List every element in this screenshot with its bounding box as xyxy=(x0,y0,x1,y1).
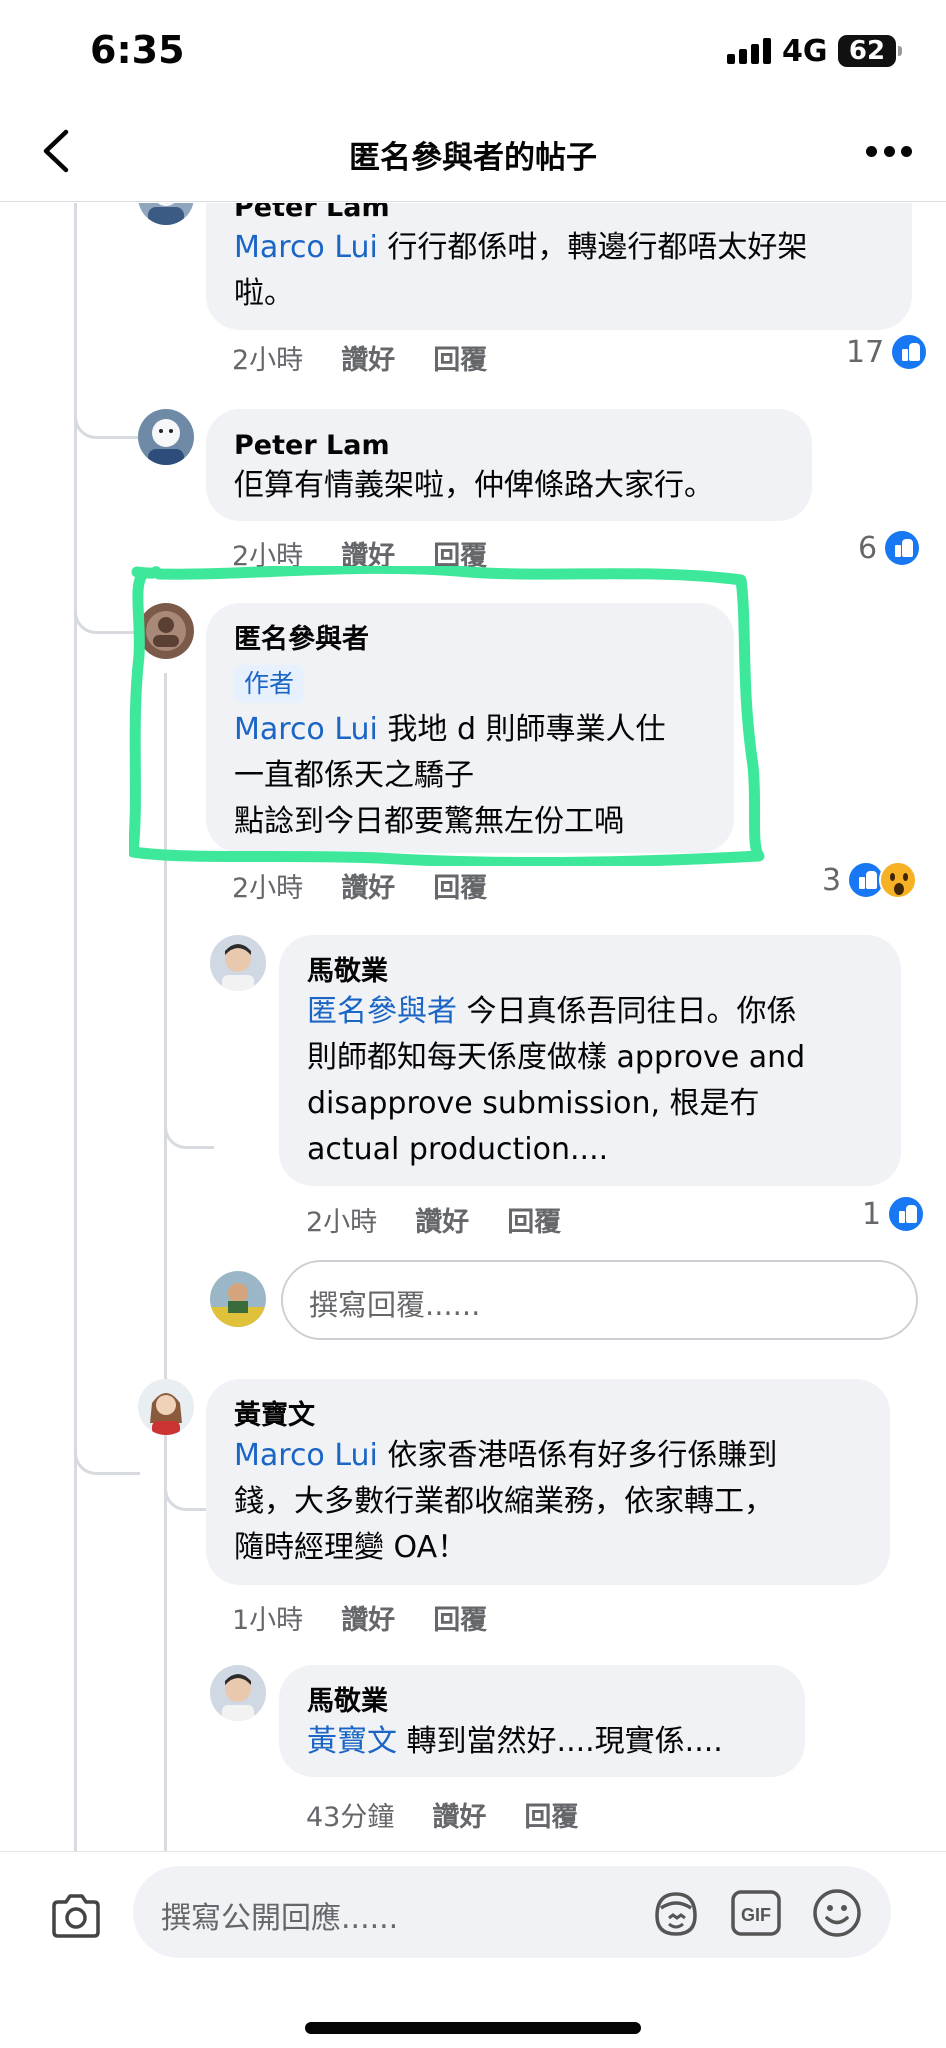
emoji-icon[interactable] xyxy=(811,1887,863,1939)
comment-text: 匿名參與者 今日真係吾同往日。你係 則師都知每天係度做樣 approve and… xyxy=(307,994,806,1167)
comment-bubble: 馬敬業 匿名參與者 今日真係吾同往日。你係 則師都知每天係度做樣 approve… xyxy=(279,935,901,1186)
header: 匿名參與者的帖子 xyxy=(0,100,946,202)
reply-button[interactable]: 回覆 xyxy=(433,338,487,377)
comment-text: Marco Lui 我地 d 則師專業人仕 一直都係天之驕子 點諗到今日都要驚無… xyxy=(234,712,666,839)
like-button[interactable]: 讚好 xyxy=(432,1795,486,1834)
comment-text: Marco Lui 依家香港唔係有好多行係賺到 錢，大多數行業都收縮業務，依家轉… xyxy=(234,1438,778,1565)
comment-text: 黃寶文 轉到當然好....現實係.... xyxy=(307,1724,723,1759)
reply-input[interactable]: 撰寫回覆...... xyxy=(281,1260,918,1340)
comment-actions: 43分鐘 讚好 回覆 xyxy=(306,1795,578,1834)
comment-author[interactable]: Peter Lam xyxy=(234,203,884,225)
author-badge: 作者 xyxy=(234,665,305,703)
like-button[interactable]: 讚好 xyxy=(341,866,395,905)
mention-link[interactable]: Marco Lui xyxy=(234,712,378,747)
reaction-count[interactable]: 3 xyxy=(822,861,918,899)
home-indicator xyxy=(305,2022,641,2034)
page-title: 匿名參與者的帖子 xyxy=(349,140,597,176)
comment-author[interactable]: Peter Lam xyxy=(234,429,784,463)
battery-icon: 62 xyxy=(838,35,902,67)
wow-reaction-icon xyxy=(879,861,918,899)
svg-text:GIF: GIF xyxy=(741,1905,771,1925)
like-reaction-icon xyxy=(883,529,922,567)
comment-composer: 撰寫公開回應...... GIF xyxy=(0,1851,946,2048)
comment-placeholder: 撰寫公開回應...... xyxy=(161,1901,399,1936)
comment-actions: 1小時 讚好 回覆 xyxy=(232,1598,487,1637)
comment-text: 佢算有情義架啦，仲俾條路大家行。 xyxy=(234,468,714,503)
current-user-avatar xyxy=(210,1271,266,1327)
mention-link[interactable]: 黃寶文 xyxy=(307,1724,397,1759)
reply-button[interactable]: 回覆 xyxy=(433,1598,487,1637)
reply-button[interactable]: 回覆 xyxy=(507,1200,561,1239)
like-reaction-icon xyxy=(890,333,929,371)
reply-button[interactable]: 回覆 xyxy=(433,534,487,573)
camera-icon[interactable] xyxy=(48,1888,104,1944)
signal-icon xyxy=(727,38,771,64)
comment-bubble: Peter Lam Marco Lui 行行都係咁，轉邊行都唔太好架 啦。 xyxy=(206,203,912,330)
status-time: 6:35 xyxy=(90,28,185,72)
mention-link[interactable]: Marco Lui xyxy=(234,1438,378,1473)
avatar[interactable] xyxy=(210,935,266,991)
like-button[interactable]: 讚好 xyxy=(341,534,395,573)
avatar[interactable] xyxy=(210,1665,266,1721)
mention-link[interactable]: Marco Lui xyxy=(234,230,378,265)
like-button[interactable]: 讚好 xyxy=(341,338,395,377)
reply-button[interactable]: 回覆 xyxy=(433,866,487,905)
comment-thread: Peter Lam Marco Lui 行行都係咁，轉邊行都唔太好架 啦。 2小… xyxy=(0,203,946,1851)
public-comment-input[interactable]: 撰寫公開回應...... GIF xyxy=(133,1866,891,1958)
anonymous-avatar[interactable] xyxy=(138,603,194,659)
comment-bubble: 匿名參與者 作者 Marco Lui 我地 d 則師專業人仕 一直都係天之驕子 … xyxy=(206,603,734,853)
reaction-count[interactable]: 1 xyxy=(862,1195,926,1233)
reply-button[interactable]: 回覆 xyxy=(524,1795,578,1834)
like-reaction-icon xyxy=(887,1195,926,1233)
status-bar: 6:35 4G 62 xyxy=(0,0,946,100)
like-button[interactable]: 讚好 xyxy=(341,1598,395,1637)
comment-author[interactable]: 匿名參與者 xyxy=(234,623,706,657)
thread-connector xyxy=(74,203,140,439)
comment-author[interactable]: 馬敬業 xyxy=(307,955,873,989)
comment-actions: 2小時 讚好 回覆 xyxy=(232,866,487,905)
reaction-count[interactable]: 17 xyxy=(846,333,929,371)
comment-actions: 2小時 讚好 回覆 xyxy=(306,1200,561,1239)
comment-actions: 2小時 讚好 回覆 xyxy=(232,534,487,573)
comment-time: 2小時 xyxy=(306,1207,378,1238)
gif-icon[interactable]: GIF xyxy=(730,1889,782,1937)
network-type: 4G xyxy=(782,34,828,69)
avatar[interactable] xyxy=(138,1379,194,1435)
reaction-count[interactable]: 6 xyxy=(858,529,922,567)
comment-bubble: 黃寶文 Marco Lui 依家香港唔係有好多行係賺到 錢，大多數行業都收縮業務… xyxy=(206,1379,890,1585)
avatar[interactable] xyxy=(138,203,194,225)
comment-time: 2小時 xyxy=(232,873,304,904)
thread-connector xyxy=(74,439,140,634)
comment-actions: 2小時 讚好 回覆 xyxy=(232,338,487,377)
comment-text: Marco Lui 行行都係咁，轉邊行都唔太好架 啦。 xyxy=(234,230,808,311)
avatar-sticker-icon[interactable] xyxy=(647,1888,705,1938)
comment-bubble: Peter Lam 佢算有情義架啦，仲俾條路大家行。 xyxy=(206,409,812,521)
thread-connector xyxy=(74,1303,140,1475)
comment-time: 1小時 xyxy=(232,1605,304,1636)
comment-bubble: 馬敬業 黃寶文 轉到當然好....現實係.... xyxy=(279,1665,805,1777)
comment-author[interactable]: 馬敬業 xyxy=(307,1685,777,1719)
more-options-icon[interactable] xyxy=(866,146,912,158)
mention-link[interactable]: 匿名參與者 xyxy=(307,994,457,1029)
comment-author[interactable]: 黃寶文 xyxy=(234,1399,862,1433)
comment-time: 2小時 xyxy=(232,345,304,376)
comment-time: 43分鐘 xyxy=(306,1802,395,1833)
avatar[interactable] xyxy=(138,409,194,465)
comment-time: 2小時 xyxy=(232,541,304,572)
like-button[interactable]: 讚好 xyxy=(415,1200,469,1239)
